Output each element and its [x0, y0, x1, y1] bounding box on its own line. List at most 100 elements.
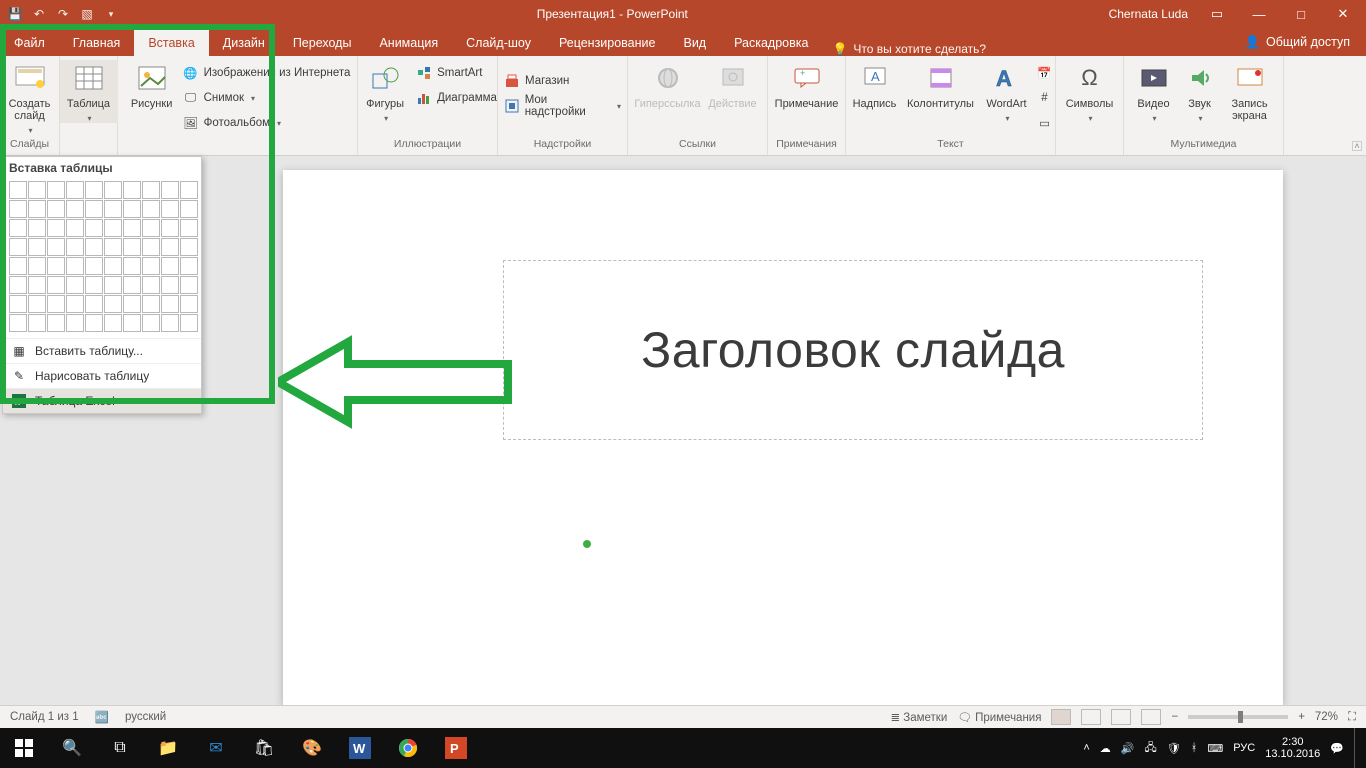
table-grid-cell[interactable] — [104, 200, 122, 218]
table-grid-cell[interactable] — [142, 219, 160, 237]
table-grid-cell[interactable] — [161, 238, 179, 256]
tray-cloud-icon[interactable]: ☁ — [1100, 742, 1111, 755]
table-grid-cell[interactable] — [9, 238, 27, 256]
table-grid-cell[interactable] — [47, 219, 65, 237]
table-grid-cell[interactable] — [123, 238, 141, 256]
table-grid-cell[interactable] — [180, 257, 198, 275]
table-button[interactable]: Таблица ▾ — [60, 60, 118, 123]
tray-bt-icon[interactable]: ᚼ — [1191, 742, 1198, 754]
status-language[interactable]: русский — [125, 711, 166, 723]
table-grid-cell[interactable] — [104, 295, 122, 313]
comment-button[interactable]: + Примечание — [773, 60, 841, 110]
table-grid-cell[interactable] — [104, 257, 122, 275]
tray-defender-icon[interactable]: 🛡 — [1167, 742, 1181, 755]
table-grid-cell[interactable] — [180, 200, 198, 218]
table-grid-cell[interactable] — [28, 295, 46, 313]
table-grid-cell[interactable] — [9, 181, 27, 199]
slidenum-button[interactable]: # — [1037, 87, 1053, 109]
table-grid-cell[interactable] — [180, 181, 198, 199]
tray-clock[interactable]: 2:30 13.10.2016 — [1265, 736, 1320, 760]
title-placeholder[interactable]: Заголовок слайда — [503, 260, 1203, 440]
table-grid-cell[interactable] — [161, 257, 179, 275]
table-grid-cell[interactable] — [161, 219, 179, 237]
table-grid-cell[interactable] — [47, 181, 65, 199]
table-grid-cell[interactable] — [161, 181, 179, 199]
table-grid-cell[interactable] — [142, 276, 160, 294]
minimize-icon[interactable]: — — [1246, 7, 1272, 22]
table-grid-cell[interactable] — [66, 219, 84, 237]
comments-button[interactable]: 🗨 Примечания — [957, 710, 1041, 724]
qat-more-icon[interactable]: ▾ — [104, 7, 118, 21]
table-grid-cell[interactable] — [85, 276, 103, 294]
powerpoint-icon[interactable]: P — [432, 728, 480, 768]
table-grid-cell[interactable] — [85, 314, 103, 332]
maximize-icon[interactable]: □ — [1288, 7, 1314, 22]
zoom-out-icon[interactable]: − — [1171, 711, 1178, 723]
table-grid-cell[interactable] — [66, 295, 84, 313]
excel-table-item[interactable]: x Таблица Excel — [3, 388, 201, 413]
table-grid-cell[interactable] — [28, 276, 46, 294]
table-grid-cell[interactable] — [66, 314, 84, 332]
table-grid-cell[interactable] — [85, 200, 103, 218]
table-grid-cell[interactable] — [9, 276, 27, 294]
table-grid-cell[interactable] — [104, 314, 122, 332]
table-grid-cell[interactable] — [142, 200, 160, 218]
table-grid-cell[interactable] — [123, 276, 141, 294]
table-grid-cell[interactable] — [47, 295, 65, 313]
table-grid-cell[interactable] — [9, 257, 27, 275]
pictures-button[interactable]: Рисунки — [125, 60, 179, 110]
insert-table-item[interactable]: ▦ Вставить таблицу... — [3, 338, 201, 363]
table-grid-cell[interactable] — [28, 238, 46, 256]
table-grid-cell[interactable] — [66, 238, 84, 256]
table-grid-cell[interactable] — [28, 200, 46, 218]
tab-slideshow[interactable]: Слайд-шоу — [452, 30, 545, 56]
zoom-value[interactable]: 72% — [1315, 711, 1338, 723]
table-grid-cell[interactable] — [66, 257, 84, 275]
table-grid-cell[interactable] — [123, 314, 141, 332]
table-grid-cell[interactable] — [123, 295, 141, 313]
chrome-icon[interactable] — [384, 728, 432, 768]
slide-canvas-wrap[interactable]: Заголовок слайда — [200, 156, 1366, 705]
table-grid-cell[interactable] — [28, 219, 46, 237]
headerfooter-button[interactable]: Колонтитулы — [905, 60, 977, 110]
tab-design[interactable]: Дизайн — [209, 30, 279, 56]
draw-table-item[interactable]: ✎ Нарисовать таблицу — [3, 363, 201, 388]
save-icon[interactable]: 💾 — [8, 7, 22, 21]
table-grid-cell[interactable] — [85, 257, 103, 275]
normal-view-icon[interactable] — [1051, 709, 1071, 725]
mail-icon[interactable]: ✉ — [192, 728, 240, 768]
tray-network-icon[interactable]: 🖧 — [1144, 739, 1156, 758]
store-taskbar-icon[interactable]: 🛍 — [240, 728, 288, 768]
video-button[interactable]: Видео▾ — [1132, 60, 1176, 123]
wordart-button[interactable]: A WordArt▾ — [981, 60, 1033, 123]
close-icon[interactable]: ✕ — [1330, 6, 1356, 22]
chart-button[interactable]: Диаграмма — [416, 87, 497, 109]
table-grid-cell[interactable] — [47, 257, 65, 275]
sorter-view-icon[interactable] — [1081, 709, 1101, 725]
tab-transitions[interactable]: Переходы — [279, 30, 366, 56]
table-grid-cell[interactable] — [180, 276, 198, 294]
tray-up-icon[interactable]: ˄ — [1083, 742, 1089, 754]
smartart-button[interactable]: SmartArt — [416, 62, 497, 84]
table-grid-cell[interactable] — [180, 238, 198, 256]
table-grid-cell[interactable] — [28, 257, 46, 275]
table-grid-cell[interactable] — [47, 200, 65, 218]
table-grid-cell[interactable] — [142, 257, 160, 275]
explorer-icon[interactable]: 📁 — [144, 728, 192, 768]
table-grid-cell[interactable] — [9, 295, 27, 313]
screenshot-button[interactable]: 🖵Снимок▾ — [183, 87, 351, 109]
table-grid-cell[interactable] — [104, 219, 122, 237]
table-grid-cell[interactable] — [142, 181, 160, 199]
date-button[interactable]: 📅 — [1037, 62, 1053, 84]
table-grid-cell[interactable] — [161, 276, 179, 294]
table-grid-cell[interactable] — [180, 314, 198, 332]
table-grid-cell[interactable] — [123, 181, 141, 199]
taskview-icon[interactable]: ⧉ — [96, 728, 144, 768]
shapes-button[interactable]: Фигуры▾ — [358, 60, 412, 123]
tray-volume-icon[interactable]: 🔊 — [1121, 742, 1135, 755]
tab-view[interactable]: Вид — [669, 30, 720, 56]
startfrom-icon[interactable]: ▧ — [80, 7, 94, 21]
table-grid-cell[interactable] — [161, 314, 179, 332]
myaddins-button[interactable]: Мои надстройки▾ — [504, 95, 621, 117]
slide[interactable]: Заголовок слайда — [283, 170, 1283, 705]
